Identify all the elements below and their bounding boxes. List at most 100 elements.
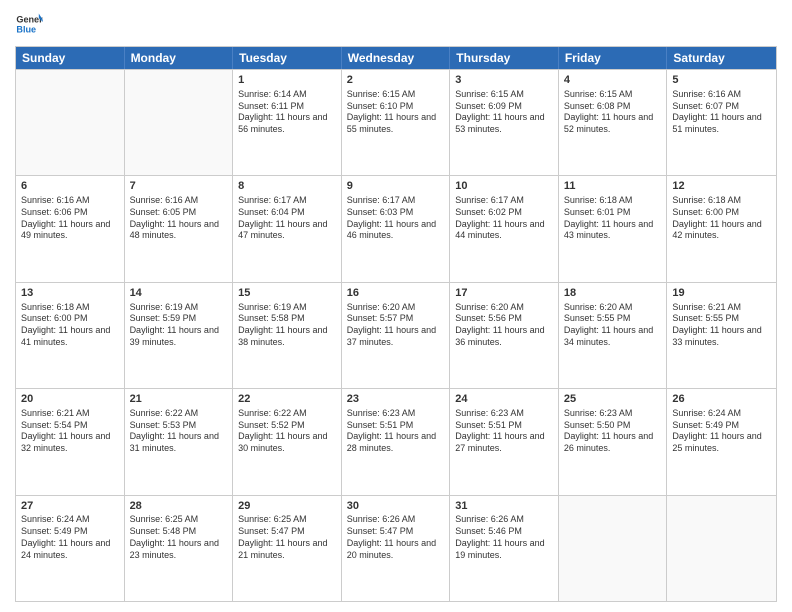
calendar-body: 1Sunrise: 6:14 AMSunset: 6:11 PMDaylight… bbox=[16, 69, 776, 601]
day-info: Sunrise: 6:17 AMSunset: 6:03 PMDaylight:… bbox=[347, 195, 445, 242]
calendar-week-row: 27Sunrise: 6:24 AMSunset: 5:49 PMDayligh… bbox=[16, 495, 776, 601]
day-number: 11 bbox=[564, 179, 662, 194]
day-info: Sunrise: 6:25 AMSunset: 5:47 PMDaylight:… bbox=[238, 514, 336, 561]
day-info: Sunrise: 6:25 AMSunset: 5:48 PMDaylight:… bbox=[130, 514, 228, 561]
day-info: Sunrise: 6:22 AMSunset: 5:52 PMDaylight:… bbox=[238, 408, 336, 455]
calendar-cell: 30Sunrise: 6:26 AMSunset: 5:47 PMDayligh… bbox=[342, 496, 451, 601]
logo: General Blue bbox=[15, 10, 43, 38]
day-number: 14 bbox=[130, 286, 228, 301]
day-number: 31 bbox=[455, 499, 553, 514]
calendar-cell: 20Sunrise: 6:21 AMSunset: 5:54 PMDayligh… bbox=[16, 389, 125, 494]
day-number: 27 bbox=[21, 499, 119, 514]
weekday-header: Wednesday bbox=[342, 47, 451, 69]
day-number: 16 bbox=[347, 286, 445, 301]
day-number: 29 bbox=[238, 499, 336, 514]
day-info: Sunrise: 6:24 AMSunset: 5:49 PMDaylight:… bbox=[21, 514, 119, 561]
day-info: Sunrise: 6:15 AMSunset: 6:08 PMDaylight:… bbox=[564, 89, 662, 136]
day-info: Sunrise: 6:19 AMSunset: 5:59 PMDaylight:… bbox=[130, 302, 228, 349]
day-number: 8 bbox=[238, 179, 336, 194]
calendar-cell: 13Sunrise: 6:18 AMSunset: 6:00 PMDayligh… bbox=[16, 283, 125, 388]
day-number: 1 bbox=[238, 73, 336, 88]
calendar-cell: 14Sunrise: 6:19 AMSunset: 5:59 PMDayligh… bbox=[125, 283, 234, 388]
day-info: Sunrise: 6:23 AMSunset: 5:51 PMDaylight:… bbox=[347, 408, 445, 455]
day-info: Sunrise: 6:23 AMSunset: 5:51 PMDaylight:… bbox=[455, 408, 553, 455]
calendar-cell: 22Sunrise: 6:22 AMSunset: 5:52 PMDayligh… bbox=[233, 389, 342, 494]
calendar-cell: 24Sunrise: 6:23 AMSunset: 5:51 PMDayligh… bbox=[450, 389, 559, 494]
day-number: 15 bbox=[238, 286, 336, 301]
calendar-cell: 2Sunrise: 6:15 AMSunset: 6:10 PMDaylight… bbox=[342, 70, 451, 175]
day-number: 13 bbox=[21, 286, 119, 301]
calendar-cell bbox=[667, 496, 776, 601]
weekday-header: Tuesday bbox=[233, 47, 342, 69]
day-number: 6 bbox=[21, 179, 119, 194]
calendar-cell: 1Sunrise: 6:14 AMSunset: 6:11 PMDaylight… bbox=[233, 70, 342, 175]
calendar-cell: 6Sunrise: 6:16 AMSunset: 6:06 PMDaylight… bbox=[16, 176, 125, 281]
day-number: 28 bbox=[130, 499, 228, 514]
calendar-cell: 16Sunrise: 6:20 AMSunset: 5:57 PMDayligh… bbox=[342, 283, 451, 388]
day-info: Sunrise: 6:15 AMSunset: 6:10 PMDaylight:… bbox=[347, 89, 445, 136]
day-number: 10 bbox=[455, 179, 553, 194]
day-number: 23 bbox=[347, 392, 445, 407]
page: General Blue SundayMondayTuesdayWednesda… bbox=[0, 0, 792, 612]
calendar-cell: 18Sunrise: 6:20 AMSunset: 5:55 PMDayligh… bbox=[559, 283, 668, 388]
calendar-cell: 23Sunrise: 6:23 AMSunset: 5:51 PMDayligh… bbox=[342, 389, 451, 494]
day-info: Sunrise: 6:20 AMSunset: 5:57 PMDaylight:… bbox=[347, 302, 445, 349]
day-info: Sunrise: 6:18 AMSunset: 6:01 PMDaylight:… bbox=[564, 195, 662, 242]
day-info: Sunrise: 6:26 AMSunset: 5:46 PMDaylight:… bbox=[455, 514, 553, 561]
day-number: 3 bbox=[455, 73, 553, 88]
calendar-cell: 27Sunrise: 6:24 AMSunset: 5:49 PMDayligh… bbox=[16, 496, 125, 601]
calendar-cell: 12Sunrise: 6:18 AMSunset: 6:00 PMDayligh… bbox=[667, 176, 776, 281]
calendar-cell: 8Sunrise: 6:17 AMSunset: 6:04 PMDaylight… bbox=[233, 176, 342, 281]
day-info: Sunrise: 6:24 AMSunset: 5:49 PMDaylight:… bbox=[672, 408, 771, 455]
logo-icon: General Blue bbox=[15, 10, 43, 38]
day-number: 4 bbox=[564, 73, 662, 88]
calendar-cell bbox=[16, 70, 125, 175]
day-number: 26 bbox=[672, 392, 771, 407]
day-info: Sunrise: 6:15 AMSunset: 6:09 PMDaylight:… bbox=[455, 89, 553, 136]
day-number: 19 bbox=[672, 286, 771, 301]
calendar-cell: 28Sunrise: 6:25 AMSunset: 5:48 PMDayligh… bbox=[125, 496, 234, 601]
day-info: Sunrise: 6:19 AMSunset: 5:58 PMDaylight:… bbox=[238, 302, 336, 349]
day-info: Sunrise: 6:18 AMSunset: 6:00 PMDaylight:… bbox=[672, 195, 771, 242]
calendar-week-row: 20Sunrise: 6:21 AMSunset: 5:54 PMDayligh… bbox=[16, 388, 776, 494]
calendar-cell: 15Sunrise: 6:19 AMSunset: 5:58 PMDayligh… bbox=[233, 283, 342, 388]
weekday-header: Thursday bbox=[450, 47, 559, 69]
weekday-header: Sunday bbox=[16, 47, 125, 69]
calendar-header: SundayMondayTuesdayWednesdayThursdayFrid… bbox=[16, 47, 776, 69]
day-info: Sunrise: 6:21 AMSunset: 5:54 PMDaylight:… bbox=[21, 408, 119, 455]
calendar-cell: 5Sunrise: 6:16 AMSunset: 6:07 PMDaylight… bbox=[667, 70, 776, 175]
day-info: Sunrise: 6:22 AMSunset: 5:53 PMDaylight:… bbox=[130, 408, 228, 455]
day-info: Sunrise: 6:21 AMSunset: 5:55 PMDaylight:… bbox=[672, 302, 771, 349]
svg-text:Blue: Blue bbox=[16, 24, 36, 34]
day-info: Sunrise: 6:16 AMSunset: 6:07 PMDaylight:… bbox=[672, 89, 771, 136]
day-number: 24 bbox=[455, 392, 553, 407]
day-info: Sunrise: 6:16 AMSunset: 6:06 PMDaylight:… bbox=[21, 195, 119, 242]
day-number: 7 bbox=[130, 179, 228, 194]
calendar-week-row: 13Sunrise: 6:18 AMSunset: 6:00 PMDayligh… bbox=[16, 282, 776, 388]
day-info: Sunrise: 6:16 AMSunset: 6:05 PMDaylight:… bbox=[130, 195, 228, 242]
calendar-week-row: 1Sunrise: 6:14 AMSunset: 6:11 PMDaylight… bbox=[16, 69, 776, 175]
calendar-cell: 29Sunrise: 6:25 AMSunset: 5:47 PMDayligh… bbox=[233, 496, 342, 601]
day-info: Sunrise: 6:14 AMSunset: 6:11 PMDaylight:… bbox=[238, 89, 336, 136]
day-number: 21 bbox=[130, 392, 228, 407]
day-number: 9 bbox=[347, 179, 445, 194]
day-info: Sunrise: 6:20 AMSunset: 5:55 PMDaylight:… bbox=[564, 302, 662, 349]
calendar-cell: 26Sunrise: 6:24 AMSunset: 5:49 PMDayligh… bbox=[667, 389, 776, 494]
day-info: Sunrise: 6:23 AMSunset: 5:50 PMDaylight:… bbox=[564, 408, 662, 455]
calendar-cell bbox=[125, 70, 234, 175]
day-number: 12 bbox=[672, 179, 771, 194]
day-info: Sunrise: 6:20 AMSunset: 5:56 PMDaylight:… bbox=[455, 302, 553, 349]
day-info: Sunrise: 6:17 AMSunset: 6:02 PMDaylight:… bbox=[455, 195, 553, 242]
day-number: 2 bbox=[347, 73, 445, 88]
calendar-cell: 17Sunrise: 6:20 AMSunset: 5:56 PMDayligh… bbox=[450, 283, 559, 388]
day-number: 5 bbox=[672, 73, 771, 88]
calendar-cell: 31Sunrise: 6:26 AMSunset: 5:46 PMDayligh… bbox=[450, 496, 559, 601]
day-number: 18 bbox=[564, 286, 662, 301]
calendar-week-row: 6Sunrise: 6:16 AMSunset: 6:06 PMDaylight… bbox=[16, 175, 776, 281]
weekday-header: Saturday bbox=[667, 47, 776, 69]
header: General Blue bbox=[15, 10, 777, 38]
day-info: Sunrise: 6:17 AMSunset: 6:04 PMDaylight:… bbox=[238, 195, 336, 242]
day-number: 20 bbox=[21, 392, 119, 407]
calendar-cell: 9Sunrise: 6:17 AMSunset: 6:03 PMDaylight… bbox=[342, 176, 451, 281]
day-number: 17 bbox=[455, 286, 553, 301]
